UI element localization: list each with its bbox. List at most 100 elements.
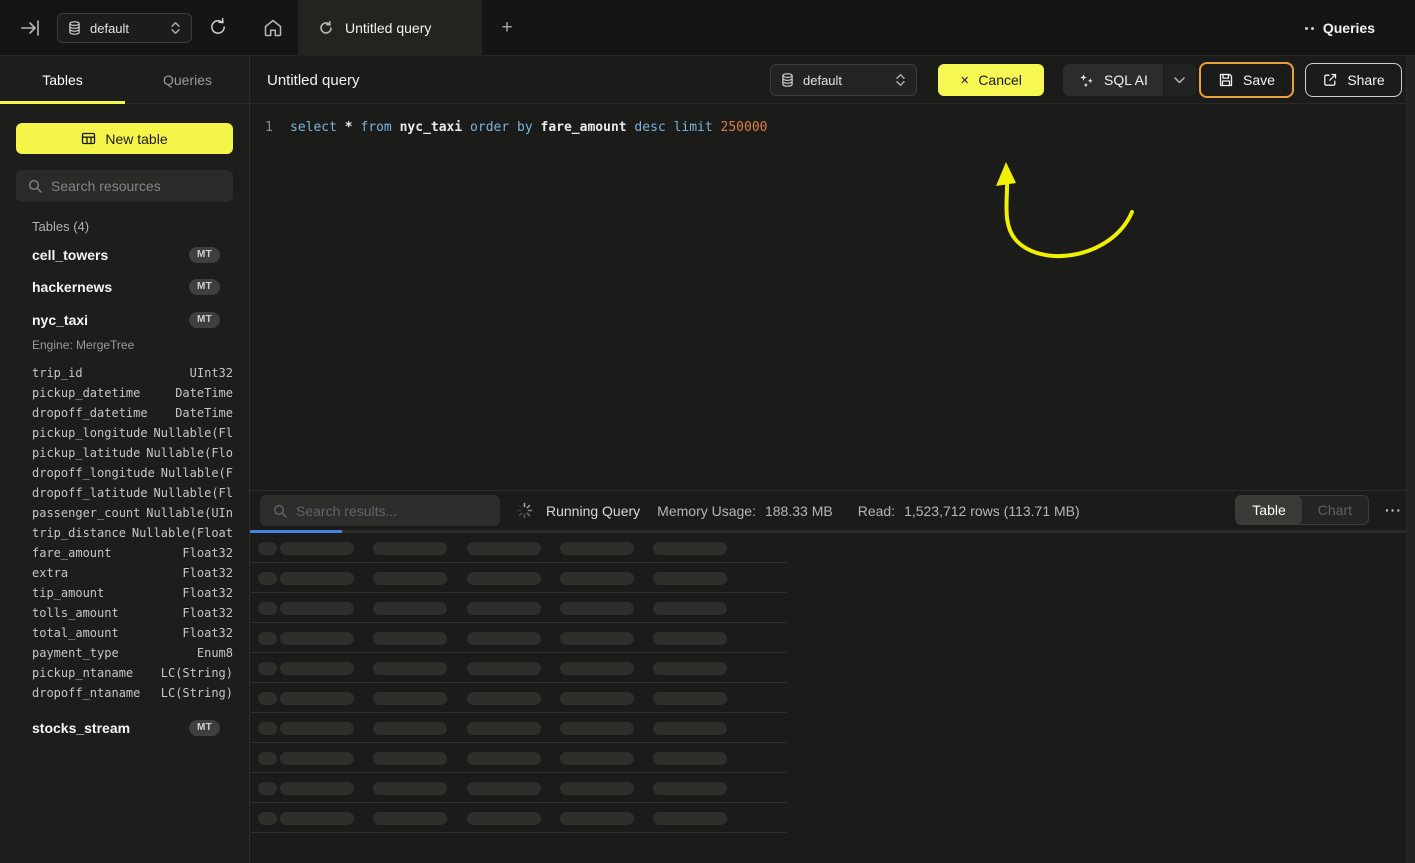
- sql-ai-dropdown[interactable]: [1163, 64, 1196, 96]
- sql-token: *: [345, 120, 353, 135]
- skeleton-row: [250, 653, 787, 683]
- database-icon: [68, 21, 81, 35]
- share-label: Share: [1347, 72, 1384, 88]
- column-row: tip_amountFloat32: [32, 583, 233, 603]
- sql-ai-button[interactable]: SQL AI: [1063, 64, 1196, 96]
- tab-untitled-query[interactable]: Untitled query: [298, 0, 482, 56]
- cancel-button[interactable]: ✕ Cancel: [938, 64, 1044, 96]
- column-row: pickup_ntaname LC(String): [32, 663, 233, 683]
- save-label: Save: [1243, 72, 1275, 88]
- sql-line[interactable]: 1 select * from nyc_taxi order by fare_a…: [250, 118, 768, 138]
- sql-token: limit: [674, 120, 713, 135]
- column-name: tip_amount: [32, 583, 104, 603]
- tab-running-icon: [318, 20, 334, 36]
- skeleton-row: [250, 533, 787, 563]
- column-type: LC(String): [161, 683, 233, 703]
- sql-token: [509, 120, 517, 135]
- skeleton-cell: [653, 572, 727, 585]
- new-tab-plus-icon[interactable]: +: [493, 14, 521, 42]
- column-name: pickup_ntaname: [32, 663, 133, 683]
- column-type: Float32: [182, 543, 233, 563]
- skeleton-cell: [373, 692, 447, 705]
- skeleton-cell: [467, 602, 541, 615]
- query-database-selector[interactable]: default: [770, 64, 917, 96]
- column-row: pickup_datetimeDateTime: [32, 383, 233, 403]
- sidebar-tab-tables[interactable]: Tables: [0, 56, 125, 103]
- table-item-cell-towers[interactable]: cell_towers MT: [16, 239, 233, 271]
- close-icon: ✕: [960, 74, 969, 87]
- column-row: dropoff_datetimeDateTime: [32, 403, 233, 423]
- skeleton-cell: [467, 722, 541, 735]
- column-row: passenger_countNullable(UIn: [32, 503, 233, 523]
- skeleton-cell: [280, 722, 354, 735]
- share-icon: [1322, 72, 1338, 88]
- spinner-icon: [516, 502, 533, 519]
- column-name: payment_type: [32, 643, 119, 663]
- main-panel: Untitled query default ✕ Cancel SQL AI: [250, 56, 1415, 863]
- table-item-nyc-taxi[interactable]: nyc_taxi MT: [16, 304, 233, 336]
- skeleton-cell: [373, 722, 447, 735]
- column-type: Nullable(F: [161, 463, 233, 483]
- skeleton-cell: [280, 812, 354, 825]
- skeleton-row: [250, 623, 787, 653]
- column-row: pickup_longitudeNullable(Fl: [32, 423, 233, 443]
- column-row: fare_amountFloat32: [32, 543, 233, 563]
- top-bar: default Untitled query + Queries: [0, 0, 1415, 56]
- column-type: Nullable(UIn: [146, 503, 233, 523]
- sql-token: select: [290, 120, 337, 135]
- search-results-placeholder: Search results...: [296, 503, 397, 519]
- scrollbar-gutter[interactable]: [1406, 56, 1415, 863]
- search-resources-input[interactable]: Search resources: [16, 170, 233, 202]
- skeleton-cell: [258, 782, 277, 795]
- column-row: pickup_latitudeNullable(Flo: [32, 443, 233, 463]
- skeleton-cell: [653, 602, 727, 615]
- cancel-label: Cancel: [978, 72, 1022, 88]
- skeleton-cell: [258, 662, 277, 675]
- share-button[interactable]: Share: [1305, 63, 1402, 97]
- sql-token: [713, 120, 721, 135]
- search-icon: [28, 179, 42, 193]
- save-button[interactable]: Save: [1199, 62, 1294, 98]
- engine-label: Engine: MergeTree: [32, 338, 134, 352]
- sql-ai-main[interactable]: SQL AI: [1063, 64, 1163, 96]
- save-icon: [1218, 72, 1234, 88]
- column-name: pickup_latitude: [32, 443, 140, 463]
- skeleton-row: [250, 563, 787, 593]
- kebab-menu-icon[interactable]: ···: [1385, 495, 1402, 525]
- table-item-stocks-stream[interactable]: stocks_stream MT: [16, 712, 233, 744]
- table-item-hackernews[interactable]: hackernews MT: [16, 271, 233, 303]
- query-title: Untitled query: [267, 56, 360, 104]
- column-name: extra: [32, 563, 68, 583]
- skeleton-cell: [467, 632, 541, 645]
- skeleton-cell: [373, 812, 447, 825]
- skeleton-cell: [280, 542, 354, 555]
- skeleton-cell: [258, 752, 277, 765]
- skeleton-cell: [467, 572, 541, 585]
- sql-token: [462, 120, 470, 135]
- search-results-input[interactable]: Search results...: [260, 495, 500, 526]
- query-status: Running Query: [546, 503, 640, 519]
- memory-usage-label: Memory Usage:: [657, 503, 756, 519]
- new-table-button[interactable]: New table: [16, 123, 233, 154]
- column-type: Float32: [182, 623, 233, 643]
- skeleton-cell: [258, 542, 277, 555]
- toggle-table[interactable]: Table: [1236, 496, 1301, 524]
- queries-shortcut[interactable]: Queries: [1305, 0, 1375, 56]
- database-selector[interactable]: default: [57, 13, 192, 43]
- engine-badge: MT: [189, 720, 220, 736]
- skeleton-cell: [280, 782, 354, 795]
- refresh-icon[interactable]: [208, 17, 228, 37]
- sql-editor[interactable]: 1 select * from nyc_taxi order by fare_a…: [250, 104, 1406, 490]
- toggle-chart[interactable]: Chart: [1302, 496, 1368, 524]
- column-type: DateTime: [175, 403, 233, 423]
- skeleton-row: [250, 803, 787, 833]
- skeleton-cell: [258, 602, 277, 615]
- collapse-sidebar-icon[interactable]: [20, 18, 42, 38]
- skeleton-cell: [653, 722, 727, 735]
- column-type: LC(String): [161, 663, 233, 683]
- home-icon[interactable]: [262, 17, 284, 39]
- skeleton-cell: [560, 722, 634, 735]
- skeleton-cell: [560, 602, 634, 615]
- sidebar-tab-queries[interactable]: Queries: [125, 56, 250, 103]
- sql-ai-label: SQL AI: [1104, 72, 1148, 88]
